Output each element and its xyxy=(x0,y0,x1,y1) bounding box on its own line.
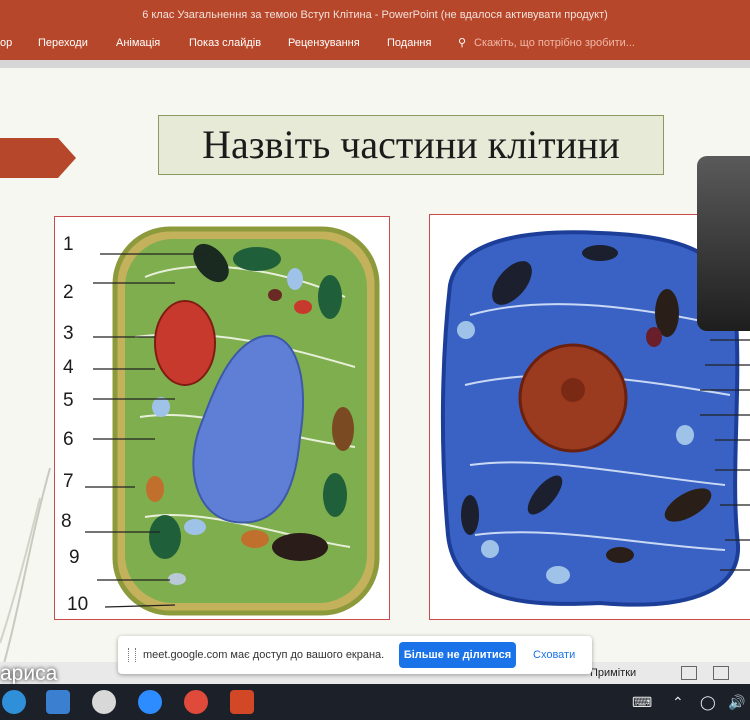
label-number: 2 xyxy=(63,282,74,303)
label-number: 9 xyxy=(69,547,80,568)
plant-cell-image xyxy=(85,226,380,616)
keyboard-icon[interactable]: ⌨ xyxy=(632,694,652,711)
stop-sharing-button[interactable]: Більше не ділитися xyxy=(399,642,516,668)
label-number: 6 xyxy=(63,429,74,450)
slide-title: Назвіть частини клітини xyxy=(202,122,620,167)
label-number: 7 xyxy=(63,471,74,492)
decorative-arrow-shape xyxy=(0,138,76,178)
powerpoint-icon[interactable] xyxy=(230,690,254,714)
label-number: 10 xyxy=(67,594,89,615)
share-message: meet.google.com має доступ до вашого екр… xyxy=(143,649,385,661)
zoom-icon[interactable] xyxy=(138,690,162,714)
label-number: 5 xyxy=(63,390,74,411)
decorative-lines xyxy=(0,467,51,679)
slide: Назвіть частини клітини 1 2 3 4 5 6 7 8 … xyxy=(0,68,750,685)
lightbulb-icon: ⚲ xyxy=(458,37,467,49)
network-icon[interactable]: ◯ xyxy=(700,694,716,711)
plant-cell-panel: 1 2 3 4 5 6 7 8 9 10 xyxy=(54,216,390,620)
label-number: 1 xyxy=(63,234,74,255)
webcam-video-tile xyxy=(697,156,750,331)
label-number: 8 xyxy=(61,511,72,532)
volume-icon[interactable]: 🔊 xyxy=(728,694,745,711)
edge-icon[interactable] xyxy=(2,690,26,714)
computer-icon[interactable] xyxy=(46,690,70,714)
hide-button[interactable]: Сховати xyxy=(533,636,575,674)
caller-name: ариса xyxy=(0,662,58,685)
slide-stage: Назвіть частини клітини 1 2 3 4 5 6 7 8 … xyxy=(0,60,750,685)
app-icon[interactable] xyxy=(92,690,116,714)
tab-view[interactable]: Подання xyxy=(387,30,431,56)
tab-slideshow[interactable]: Показ слайдів xyxy=(189,30,261,56)
tab-view-partial[interactable]: ор xyxy=(0,30,12,56)
normal-view-icon[interactable] xyxy=(681,666,697,680)
tab-transitions[interactable]: Переходи xyxy=(38,30,88,56)
tell-me-search[interactable]: Скажіть, що потрібно зробити... xyxy=(474,30,635,56)
tab-review[interactable]: Рецензування xyxy=(288,30,360,56)
label-number: 4 xyxy=(63,357,74,378)
slide-title-box[interactable]: Назвіть частини клітини xyxy=(158,115,664,175)
ribbon: ор Переходи Анімація Показ слайдів Рецен… xyxy=(0,30,750,60)
chevron-up-icon[interactable]: ⌃ xyxy=(672,694,684,711)
screen-share-notification: meet.google.com має доступ до вашого екр… xyxy=(118,636,592,674)
drag-handle-icon[interactable] xyxy=(128,648,136,662)
tab-animation[interactable]: Анімація xyxy=(116,30,160,56)
taskbar: ⌨ ⌃ ◯ 🔊 xyxy=(0,684,750,720)
slide-sorter-icon[interactable] xyxy=(713,666,729,680)
label-number: 3 xyxy=(63,323,74,344)
chrome-icon[interactable] xyxy=(184,690,208,714)
notes-button[interactable]: Примітки xyxy=(590,662,636,684)
window-title: 6 клас Узагальнення за темою Вступ Кліти… xyxy=(0,0,750,30)
